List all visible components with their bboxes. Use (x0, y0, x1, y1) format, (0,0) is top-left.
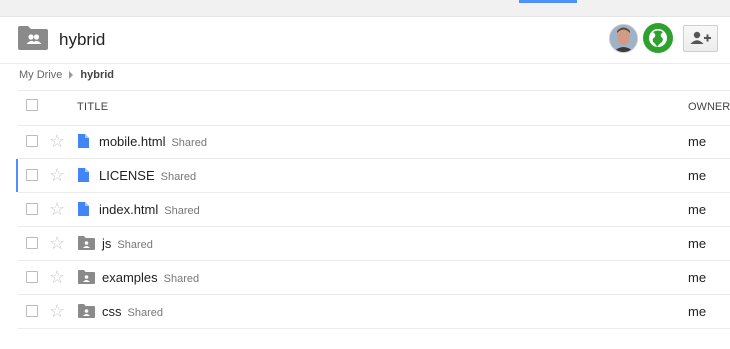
row-checkbox[interactable] (26, 271, 38, 283)
document-icon (78, 134, 89, 148)
breadcrumb-arrow-icon (69, 71, 74, 80)
file-name[interactable]: mobile.html Shared (99, 134, 207, 149)
add-person-icon (690, 31, 711, 44)
star-icon[interactable]: ☆ (49, 234, 65, 252)
column-header: TITLE OWNER (18, 90, 730, 126)
file-name[interactable]: css Shared (102, 304, 163, 319)
owner-cell: me (688, 202, 707, 217)
owner-cell: me (688, 168, 707, 183)
document-icon (78, 168, 89, 182)
file-name-text[interactable]: index.html (99, 202, 158, 217)
file-name-text[interactable]: examples (102, 270, 158, 285)
file-row[interactable]: ☆ css Shared me (18, 295, 730, 329)
shared-folder-icon (78, 304, 95, 318)
shared-label: Shared (164, 205, 200, 217)
public-sharing-button[interactable] (643, 23, 673, 53)
top-bar (0, 0, 730, 17)
owner-cell: me (688, 236, 707, 251)
active-tab-indicator (519, 0, 577, 3)
title-column-header[interactable]: TITLE (77, 101, 108, 113)
file-name[interactable]: examples Shared (102, 270, 199, 285)
person-photo-icon (610, 25, 637, 52)
breadcrumb-current: hybrid (80, 69, 115, 81)
user-avatar[interactable] (609, 24, 638, 53)
shared-label: Shared (160, 171, 197, 183)
breadcrumb: My Drive hybrid (19, 69, 114, 81)
file-row[interactable]: ☆ index.html Shared me (18, 193, 730, 227)
file-row[interactable]: ☆ LICENSE Shared me (16, 159, 730, 193)
file-row[interactable]: ☆ mobile.html Shared me (18, 125, 730, 159)
row-checkbox[interactable] (26, 237, 38, 249)
owner-cell: me (688, 270, 707, 285)
shared-label: Shared (171, 137, 207, 149)
shared-label: Shared (127, 307, 163, 319)
file-name-text[interactable]: mobile.html (99, 134, 165, 149)
shared-folder-icon (18, 26, 48, 50)
file-name[interactable]: index.html Shared (99, 202, 200, 217)
shared-label: Shared (117, 239, 153, 251)
file-row[interactable]: ☆ js Shared me (18, 227, 730, 261)
row-checkbox[interactable] (26, 169, 38, 181)
add-people-button[interactable] (683, 25, 718, 52)
row-checkbox[interactable] (26, 305, 38, 317)
file-name-text[interactable]: css (102, 304, 122, 319)
file-list: ☆ mobile.html Shared me ☆ LICENSE Shared me ☆ ind… (16, 125, 730, 329)
globe-icon (649, 29, 667, 47)
folder-header: hybrid (0, 17, 730, 64)
select-all-checkbox[interactable] (26, 99, 38, 111)
file-row[interactable]: ☆ examples Shared me (18, 261, 730, 295)
star-icon[interactable]: ☆ (49, 166, 65, 184)
star-icon[interactable]: ☆ (49, 132, 65, 150)
row-checkbox[interactable] (26, 203, 38, 215)
file-name[interactable]: LICENSE Shared (99, 168, 196, 183)
shared-label: Shared (163, 273, 200, 285)
breadcrumb-root-link[interactable]: My Drive (19, 69, 62, 81)
file-name[interactable]: js Shared (102, 236, 153, 251)
file-name-text[interactable]: js (102, 236, 111, 251)
document-icon (78, 202, 89, 216)
shared-folder-icon (78, 270, 95, 284)
owner-column-header[interactable]: OWNER (688, 101, 730, 113)
star-icon[interactable]: ☆ (49, 200, 65, 218)
star-icon[interactable]: ☆ (49, 268, 65, 286)
shared-folder-icon (78, 236, 95, 250)
owner-cell: me (688, 134, 707, 149)
row-checkbox[interactable] (26, 135, 38, 147)
file-name-text[interactable]: LICENSE (99, 168, 155, 183)
star-icon[interactable]: ☆ (49, 302, 65, 320)
owner-cell: me (688, 304, 707, 319)
folder-title: hybrid (59, 30, 106, 49)
